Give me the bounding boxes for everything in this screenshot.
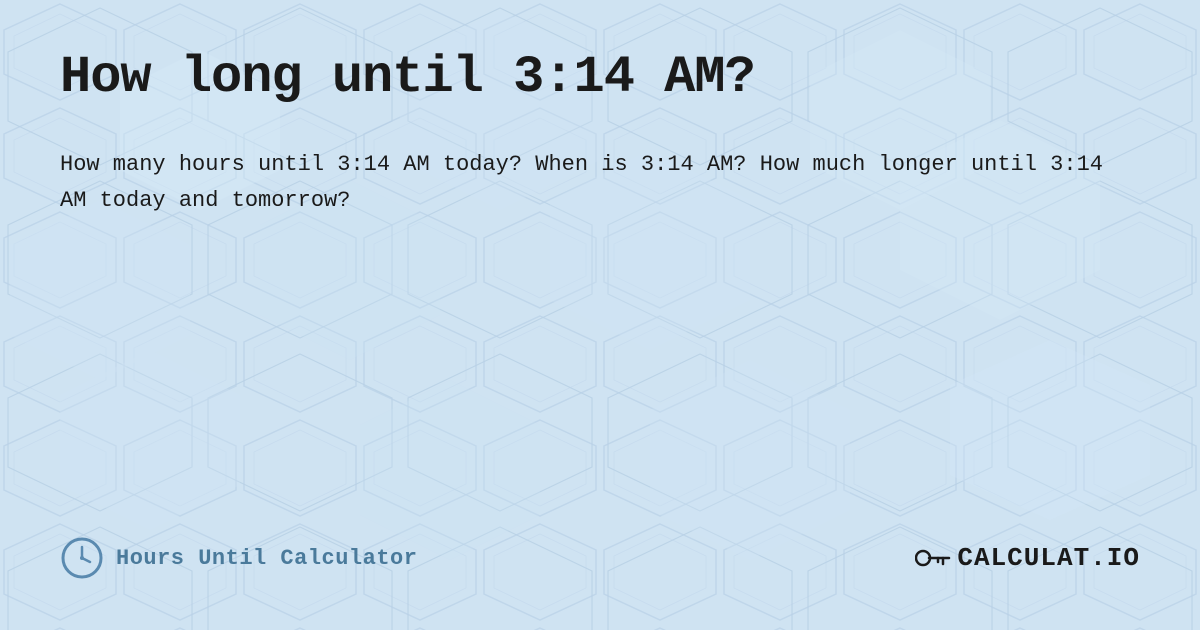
calculat-logo: CALCULAT.IO	[915, 543, 1140, 573]
brand-section: Hours Until Calculator	[60, 536, 417, 580]
clock-icon	[60, 536, 104, 580]
footer: Hours Until Calculator CALCULAT.IO	[60, 536, 1140, 590]
page-title: How long until 3:14 AM?	[60, 48, 1140, 107]
logo-icon	[915, 543, 951, 573]
page-description: How many hours until 3:14 AM today? When…	[60, 147, 1120, 220]
logo-text: CALCULAT.IO	[957, 543, 1140, 573]
brand-label: Hours Until Calculator	[116, 546, 417, 571]
